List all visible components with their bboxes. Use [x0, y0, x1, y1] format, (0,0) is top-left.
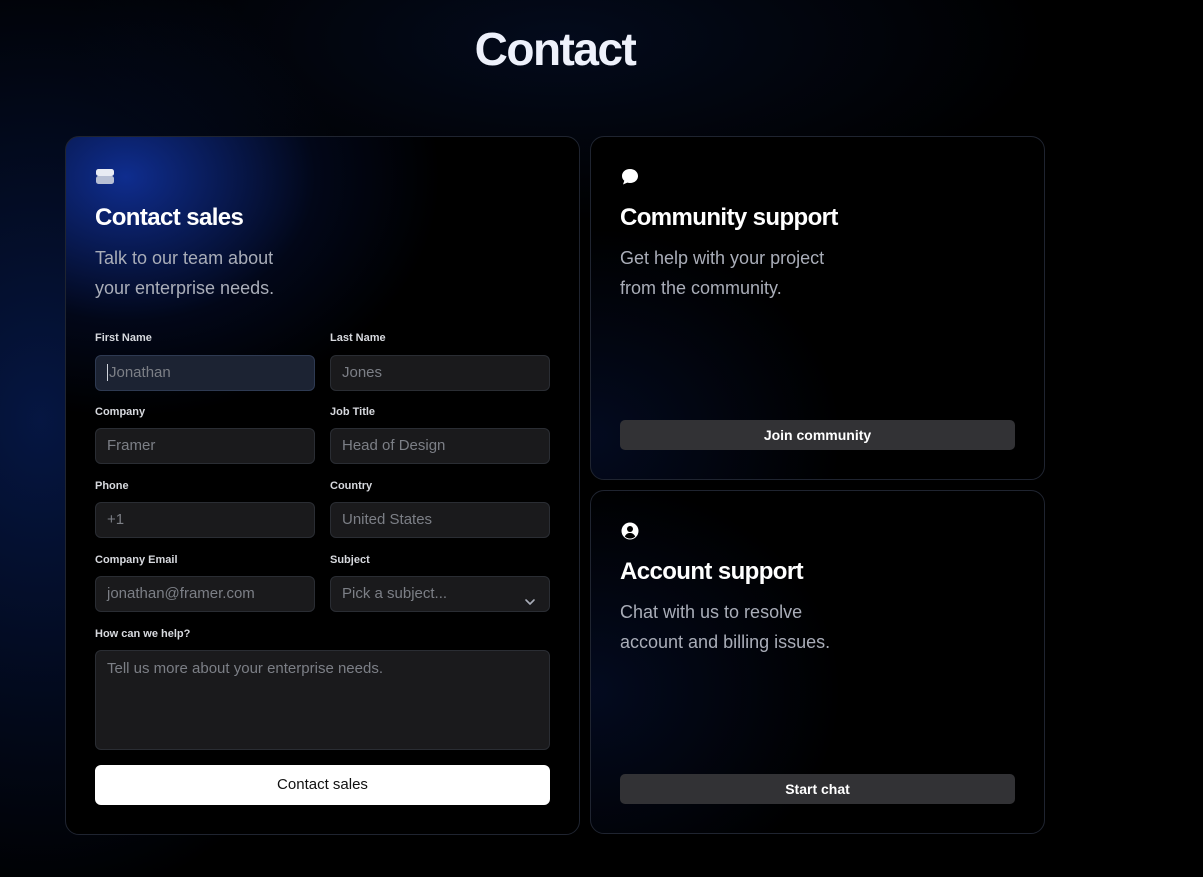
contact-sales-card: Contact sales Talk to our team about you…: [65, 136, 580, 835]
card-title: Account support: [620, 558, 804, 585]
phone-input[interactable]: +1: [95, 502, 315, 538]
help-textarea[interactable]: Tell us more about your enterprise needs…: [95, 650, 550, 750]
card-title: Contact sales: [95, 204, 244, 231]
country-input[interactable]: United States: [330, 502, 550, 538]
country-label: Country: [330, 480, 373, 492]
subject-label: Subject: [330, 554, 370, 566]
user-circle-icon: [620, 521, 640, 541]
job-title-input[interactable]: Head of Design: [330, 428, 550, 464]
help-label: How can we help?: [95, 628, 191, 640]
last-name-input[interactable]: Jones: [330, 355, 550, 391]
join-community-button[interactable]: Join community: [620, 420, 1015, 450]
subject-select[interactable]: Pick a subject...: [330, 576, 550, 612]
inbox-icon: [95, 167, 115, 187]
chevron-down-icon: [524, 587, 536, 605]
page-title: Contact: [474, 23, 637, 75]
first-name-label: First Name: [95, 332, 152, 344]
start-chat-button[interactable]: Start chat: [620, 774, 1015, 804]
first-name-input[interactable]: Jonathan: [95, 355, 315, 391]
card-description: Get help with your project from the comm…: [620, 248, 825, 298]
card-title: Community support: [620, 204, 838, 231]
chat-bubble-icon: [620, 167, 640, 187]
company-email-input[interactable]: jonathan@framer.com: [95, 576, 315, 612]
job-title-label: Job Title: [330, 406, 376, 418]
community-support-card: Community support Get help with your pro…: [590, 136, 1045, 480]
company-input[interactable]: Framer: [95, 428, 315, 464]
company-label: Company: [95, 406, 146, 418]
company-email-label: Company Email: [95, 554, 178, 566]
account-support-card: Account support Chat with us to resolve …: [590, 490, 1045, 834]
phone-label: Phone: [95, 480, 129, 492]
contact-sales-button[interactable]: Contact sales: [95, 765, 550, 805]
card-description: Talk to our team about your enterprise n…: [95, 248, 275, 298]
card-description: Chat with us to resolve account and bill…: [620, 602, 831, 652]
last-name-label: Last Name: [330, 332, 386, 344]
